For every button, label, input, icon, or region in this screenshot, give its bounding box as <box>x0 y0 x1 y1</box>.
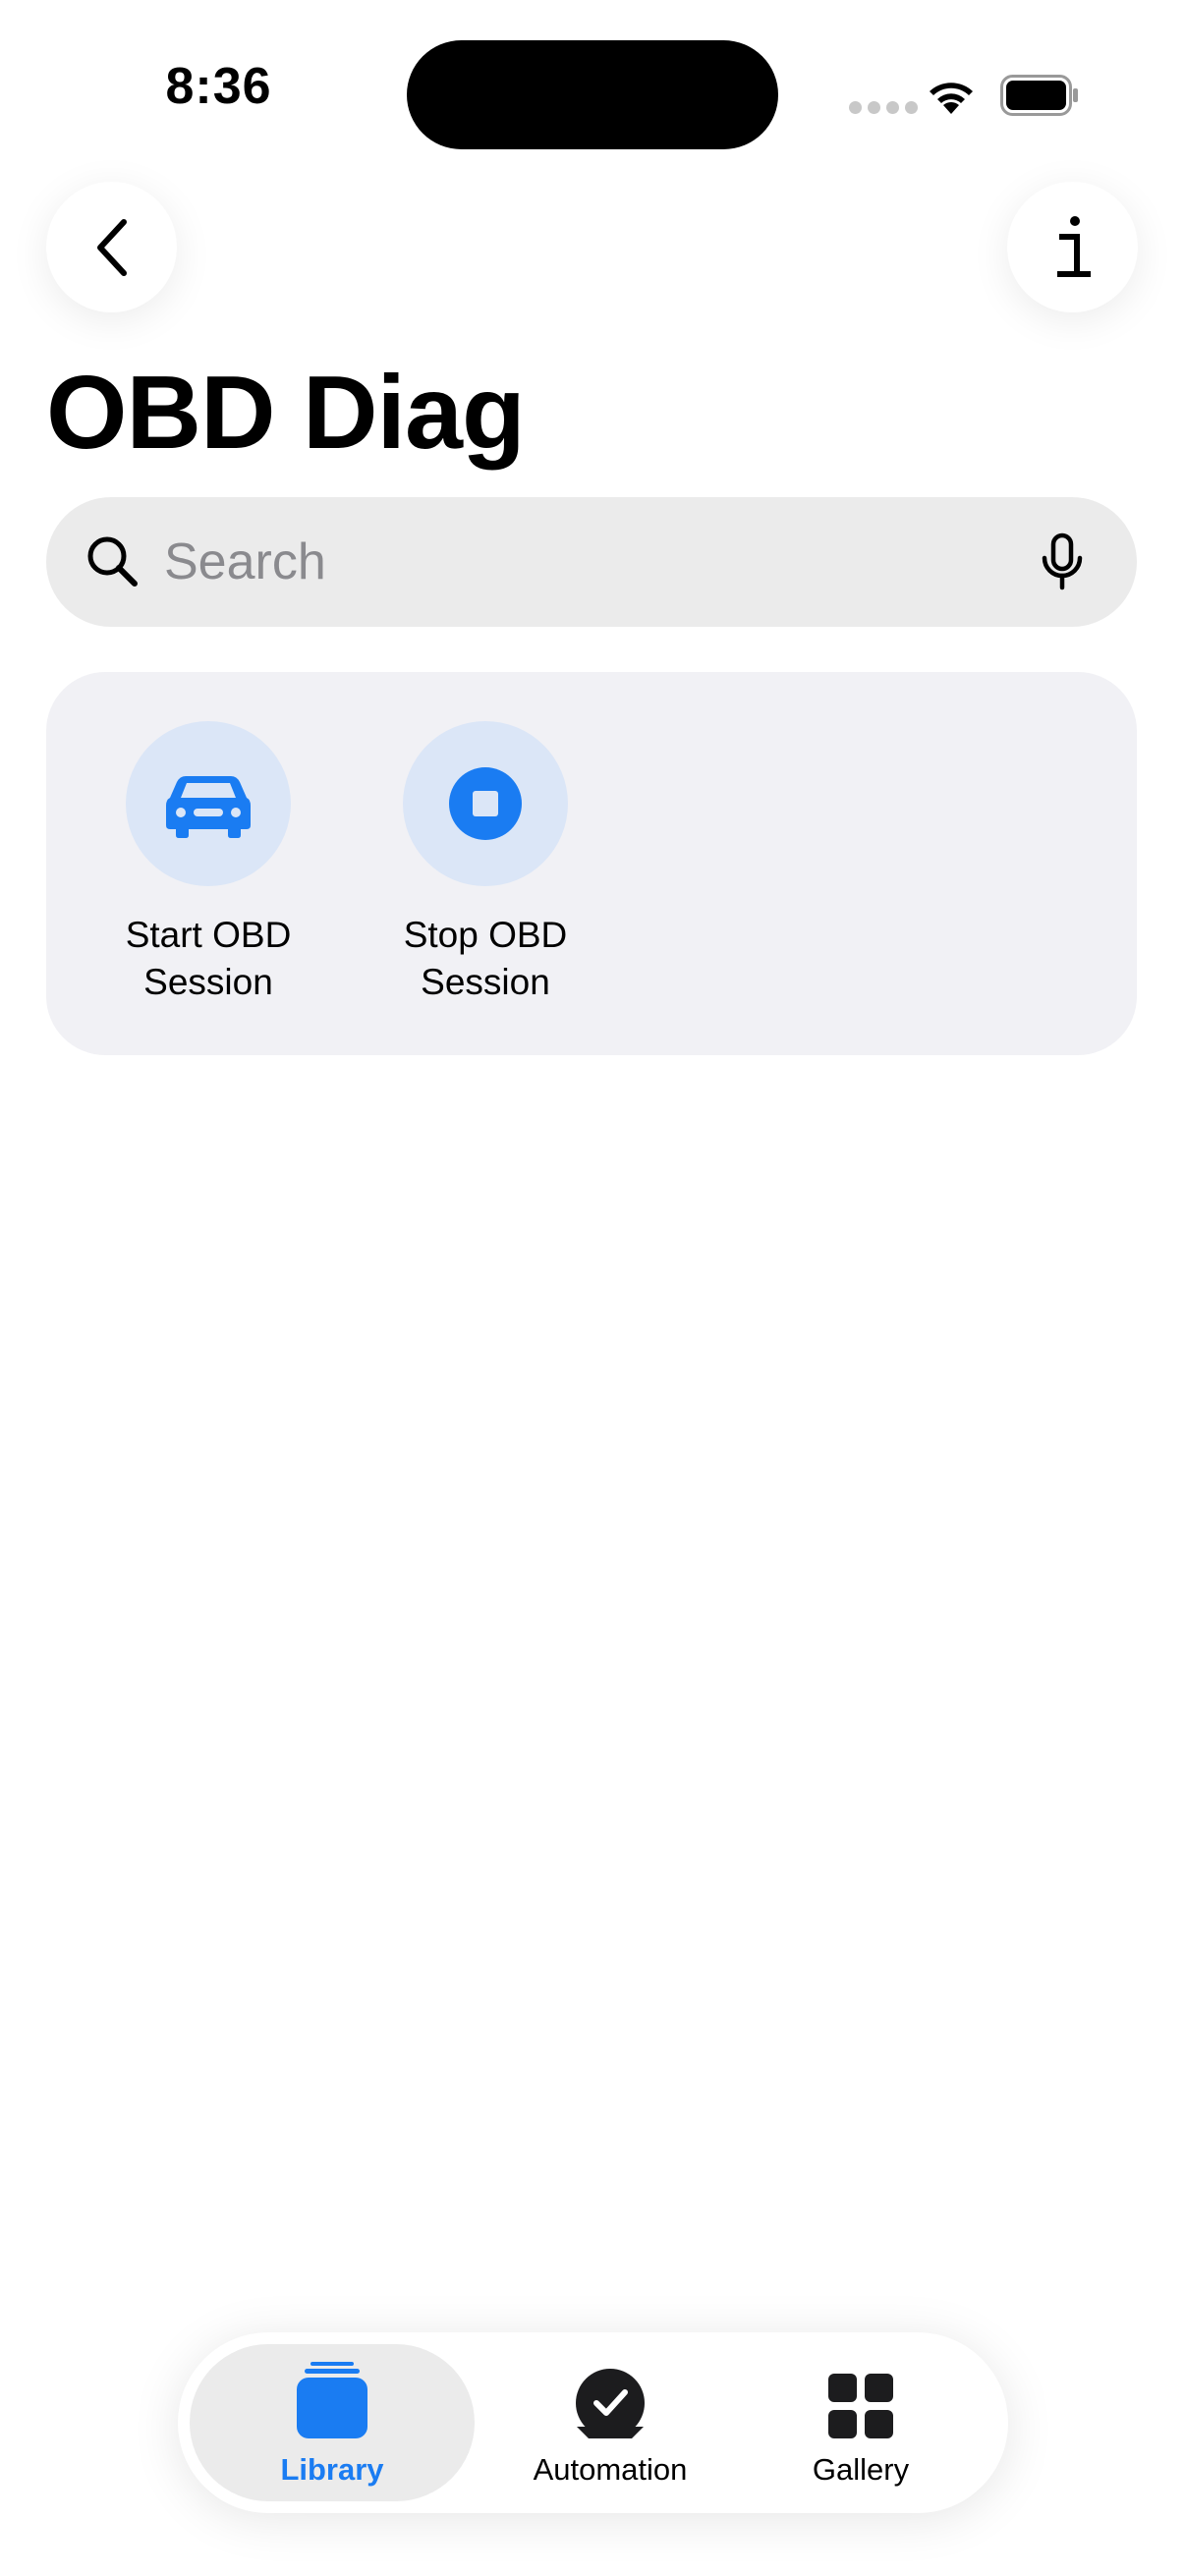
back-button[interactable] <box>46 182 177 312</box>
status-time: 8:36 <box>165 58 272 115</box>
shortcut-label: Stop OBD Session <box>403 915 568 1002</box>
status-bar: 8:36 <box>0 0 1185 187</box>
tab-label: Gallery <box>812 2452 910 2487</box>
battery-icon <box>1000 75 1078 116</box>
shortcut-icon-circle <box>126 721 291 886</box>
shortcut-label: Start OBD Session <box>125 915 292 1002</box>
tab-gallery[interactable]: Gallery <box>748 2344 974 2501</box>
search-icon <box>87 536 138 587</box>
library-stack-icon <box>297 2362 367 2438</box>
automation-check-icon <box>576 2369 645 2438</box>
car-icon <box>166 776 251 838</box>
search-bar[interactable] <box>46 497 1137 627</box>
gallery-grid-icon <box>828 2374 893 2438</box>
shortcut-icon-circle <box>403 721 568 886</box>
stop-obd-session-shortcut[interactable]: Stop OBD Session <box>372 721 598 1006</box>
cellular-signal-icon <box>849 101 918 114</box>
info-button[interactable] <box>1007 182 1138 312</box>
chevron-left-icon <box>96 218 127 276</box>
microphone-icon[interactable] <box>1039 532 1086 591</box>
wifi-icon <box>930 83 973 114</box>
shortcuts-panel: Start OBD Session Stop OBD Session <box>46 672 1137 1055</box>
stop-icon <box>449 767 522 840</box>
tab-label: Automation <box>533 2452 688 2487</box>
tab-automation[interactable]: Automation <box>492 2344 728 2501</box>
info-icon <box>1056 215 1091 277</box>
page-title: OBD Diag <box>46 355 526 471</box>
tab-label: Library <box>280 2452 384 2487</box>
tab-bar: Library Automation Gallery <box>178 2332 1008 2513</box>
search-input[interactable] <box>164 497 1029 627</box>
dynamic-island <box>407 40 778 149</box>
tab-library[interactable]: Library <box>190 2344 475 2501</box>
start-obd-session-shortcut[interactable]: Start OBD Session <box>95 721 321 1006</box>
